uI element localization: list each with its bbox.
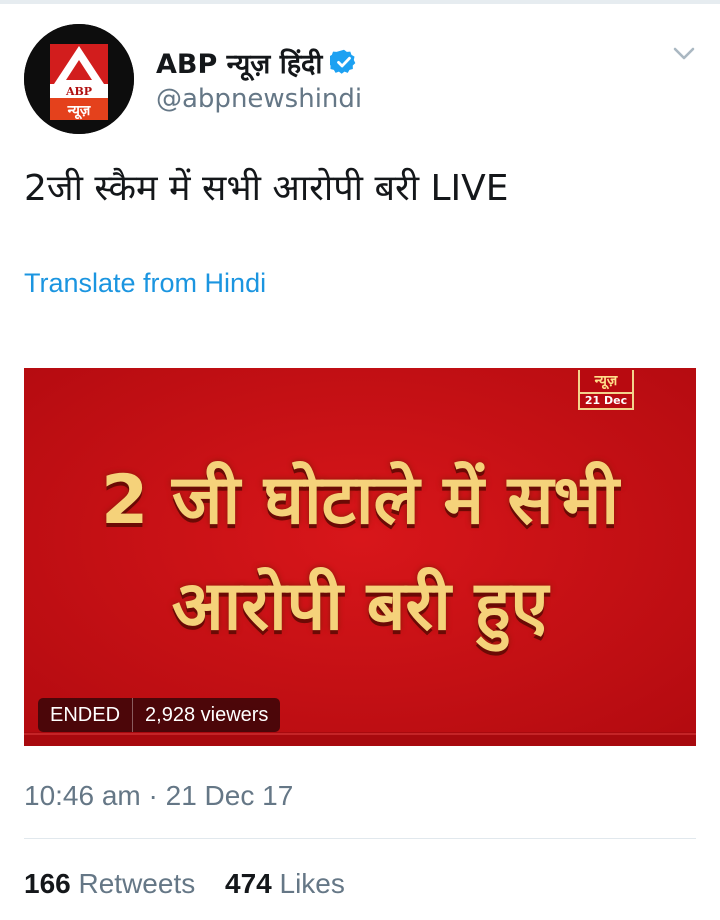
logo-bug-text: न्यूज़ <box>594 373 618 389</box>
verified-badge-icon <box>330 49 356 74</box>
video-headline-line1: 2 जी घोटाले में सभी <box>101 461 619 540</box>
live-status-pill: ENDED 2,928 viewers <box>38 698 281 732</box>
channel-logo-bug: न्यूज़ 21 Dec <box>578 370 634 410</box>
avatar-logo-text: ABP <box>65 85 92 98</box>
translate-link[interactable]: Translate from Hindi <box>24 268 266 299</box>
tweet-text: 2जी स्कैम में सभी आरोपी बरी LIVE <box>24 168 509 209</box>
tweet-timestamp[interactable]: 10:46 am · 21 Dec 17 <box>24 780 293 812</box>
user-handle[interactable]: @abpnewshindi <box>156 84 362 114</box>
broadcast-status: ENDED <box>38 698 134 732</box>
top-divider <box>0 0 720 4</box>
viewer-count: 2,928 viewers <box>145 704 269 726</box>
stats-divider <box>24 838 696 839</box>
chevron-down-icon[interactable] <box>670 42 698 66</box>
video-headline-line2: आरोपी बरी हुए <box>171 567 549 646</box>
abp-logo-icon: ABP न्यूज़ <box>24 24 134 134</box>
video-player[interactable]: न्यूज़ 21 Dec 2 जी घोटाले में सभी आरोपी … <box>24 368 696 746</box>
retweets-stat[interactable]: 166 Retweets <box>24 868 195 900</box>
display-name-row: ABP न्यूज़ हिंदी <box>156 42 362 82</box>
engagement-stats: 166 Retweets 474 Likes <box>24 868 367 900</box>
tweet-card: ABP न्यूज़ ABP न्यूज़ हिंदी @abpnewshind… <box>0 0 720 920</box>
likes-label: Likes <box>279 868 345 899</box>
retweets-count: 166 <box>24 868 71 899</box>
likes-stat[interactable]: 474 Likes <box>225 868 345 900</box>
avatar-sub-text: न्यूज़ <box>67 103 91 120</box>
retweets-label: Retweets <box>78 868 196 899</box>
likes-count: 474 <box>225 868 272 899</box>
author-block[interactable]: ABP न्यूज़ हिंदी @abpnewshindi <box>156 42 362 115</box>
display-name[interactable]: ABP न्यूज़ हिंदी <box>156 44 322 81</box>
logo-bug-date: 21 Dec <box>580 392 632 408</box>
avatar[interactable]: ABP न्यूज़ <box>24 24 134 134</box>
